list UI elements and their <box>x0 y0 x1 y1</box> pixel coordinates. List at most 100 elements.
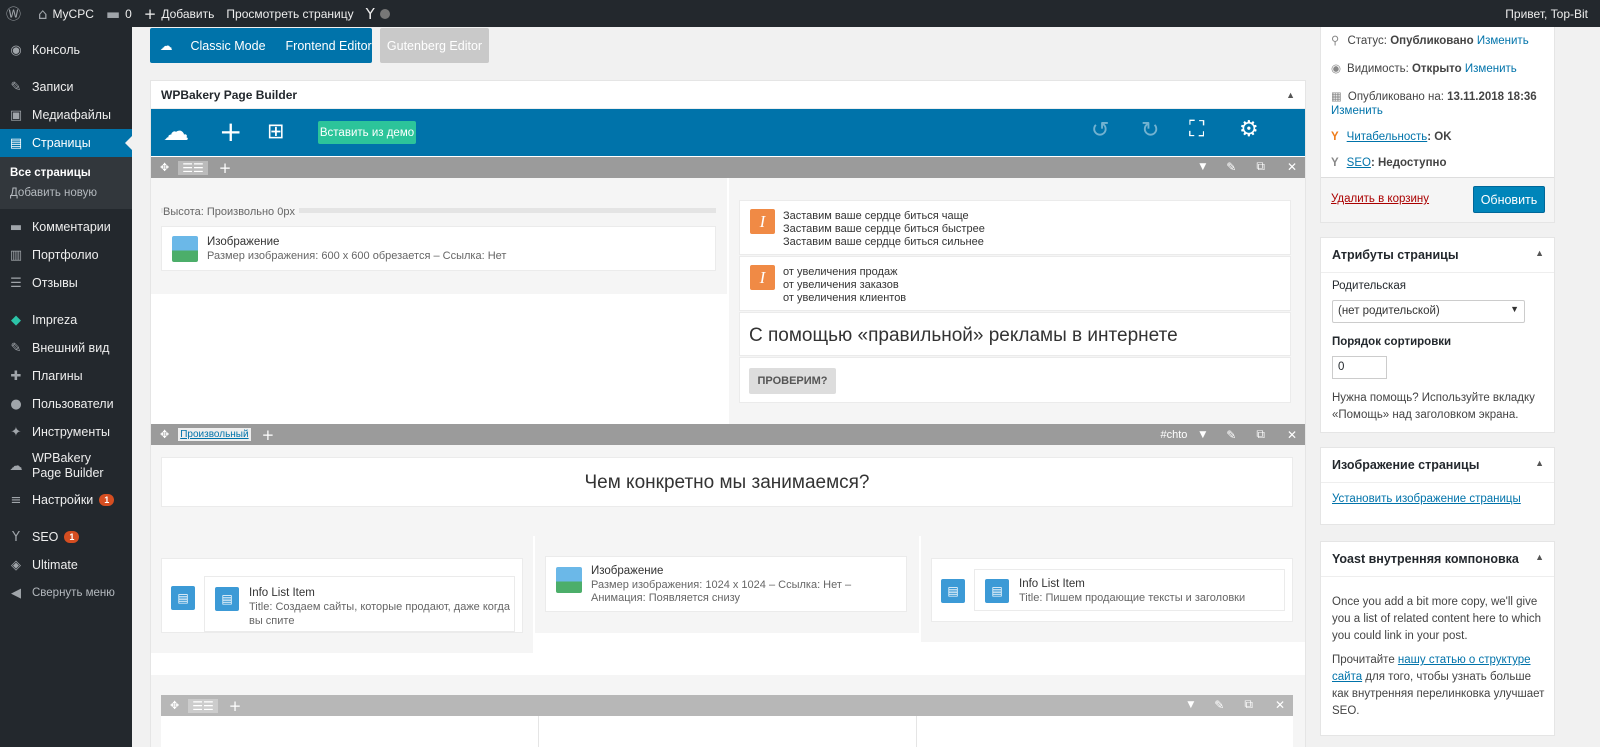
classic-mode-button[interactable]: ☁ Classic Mode Frontend Editor <box>150 28 372 63</box>
move-icon[interactable]: ✥ <box>160 428 169 441</box>
row-dropdown-icon[interactable]: ▼ <box>1199 162 1206 172</box>
row-1-right-column: I Заставим ваше сердце биться чаще Заста… <box>729 178 1305 424</box>
insert-demo-button[interactable]: Вставить из демо <box>318 121 416 144</box>
submenu-add-new[interactable]: Добавить новую <box>0 183 132 203</box>
menu-dashboard[interactable]: ◉ Консоль <box>0 36 132 64</box>
templates-icon[interactable]: ⊞ <box>267 119 285 143</box>
add-new-link[interactable]: + Добавить <box>138 0 221 27</box>
collapse-arrow-icon[interactable]: ▲ <box>1286 90 1295 100</box>
edit-pencil-icon[interactable]: ✎ <box>1226 160 1236 174</box>
admin-sidebar: ◉ Консоль ✎ Записи ▣ Медиафайлы ▤ Страницы В… <box>0 27 132 747</box>
parent-select[interactable]: (нет родительской) ▼ <box>1332 300 1525 323</box>
menu-tools[interactable]: ✦ Инструменты <box>0 418 132 446</box>
add-column-icon[interactable]: + <box>219 159 232 177</box>
collapse-arrow-icon[interactable]: ▲ <box>1535 458 1544 468</box>
delete-icon[interactable]: ✕ <box>1275 698 1285 712</box>
delete-icon[interactable]: ✕ <box>1287 428 1297 442</box>
row-3-col-2: Изображение Размер изображения: 1024 x 1… <box>535 536 919 633</box>
yoast-menu[interactable]: Y <box>360 0 396 27</box>
clone-icon[interactable]: ⧉ <box>1256 427 1265 442</box>
image-element-2[interactable]: Изображение Размер изображения: 1024 x 1… <box>545 556 907 612</box>
wpbakery-logo-icon[interactable]: ☁ <box>163 117 189 147</box>
home-icon: ⌂ <box>38 4 48 23</box>
view-page-link[interactable]: Просмотреть страницу <box>220 0 359 27</box>
collapse-arrow-icon[interactable]: ▲ <box>1535 248 1544 258</box>
info-list-item-1[interactable]: ▤ Info List Item Title: Создаем сайты, к… <box>204 576 515 632</box>
attributes-header[interactable]: Атрибуты страницы ▲ <box>1321 238 1554 273</box>
icon-list-1[interactable]: I Заставим ваше сердце биться чаще Заста… <box>739 200 1291 255</box>
change-status-link[interactable]: Изменить <box>1477 35 1529 47</box>
menu-pages[interactable]: ▤ Страницы <box>0 129 132 157</box>
add-column-icon[interactable]: + <box>229 697 242 715</box>
panel-header[interactable]: WPBakery Page Builder ▲ <box>151 81 1305 109</box>
image-element-1[interactable]: Изображение Размер изображения: 600 x 60… <box>161 226 716 271</box>
heading-element-2[interactable]: Чем конкретно мы занимаемся? <box>161 457 1293 507</box>
row-dropdown-icon[interactable]: ▼ <box>1187 700 1194 710</box>
main-content: ☁ Classic Mode Frontend Editor Gutenberg… <box>132 27 1312 747</box>
move-icon[interactable]: ✥ <box>160 161 169 174</box>
update-button[interactable]: Обновить <box>1473 186 1545 213</box>
menu-settings[interactable]: ≡ Настройки 1 <box>0 486 132 514</box>
frontend-editor-button[interactable]: Frontend Editor <box>286 39 372 53</box>
edit-pencil-icon[interactable]: ✎ <box>1214 698 1224 712</box>
menu-posts[interactable]: ✎ Записи <box>0 73 132 101</box>
change-date-link[interactable]: Изменить <box>1331 105 1383 117</box>
menu-portfolio[interactable]: ▥ Портфолио <box>0 241 132 269</box>
heading-element-1[interactable]: С помощью «правильной» рекламы в интерне… <box>739 312 1291 356</box>
gutenberg-editor-button[interactable]: Gutenberg Editor <box>380 28 489 63</box>
info-list-1[interactable]: ▤ ▤ Info List Item Title: Создаем сайты,… <box>161 558 523 633</box>
row-layout-label[interactable]: Произвольный <box>178 428 251 441</box>
info-italic-icon: I <box>750 209 775 234</box>
readability-link[interactable]: Читабельность <box>1347 131 1428 143</box>
menu-ultimate[interactable]: ◈ Ultimate <box>0 551 132 579</box>
delete-icon[interactable]: ✕ <box>1287 160 1297 174</box>
icon-list-2[interactable]: I от увеличения продаж от увеличения зак… <box>739 256 1291 311</box>
button-element[interactable]: ПРОВЕРИМ? <box>739 357 1291 403</box>
menu-wpbakery[interactable]: ☁ WPBakery Page Builder <box>0 446 132 486</box>
undo-icon[interactable]: ↺ <box>1091 118 1109 143</box>
portfolio-icon: ▥ <box>9 247 23 263</box>
menu-media[interactable]: ▣ Медиафайлы <box>0 101 132 129</box>
set-featured-image-link[interactable]: Установить изображение страницы <box>1332 493 1521 505</box>
info-list-item-2[interactable]: ▤ Info List Item Title: Пишем продающие … <box>974 569 1285 611</box>
menu-plugins[interactable]: ✚ Плагины <box>0 362 132 390</box>
menu-users[interactable]: ● Пользователи <box>0 390 132 418</box>
submenu-all-pages[interactable]: Все страницы <box>0 163 132 183</box>
menu-seo[interactable]: Y SEO 1 <box>0 523 132 551</box>
page-attributes-box: Атрибуты страницы ▲ Родительская (нет род… <box>1320 237 1555 433</box>
seo-link[interactable]: SEO <box>1347 157 1371 169</box>
featured-image-header[interactable]: Изображение страницы ▲ <box>1321 448 1554 483</box>
collapse-arrow-icon[interactable]: ▲ <box>1535 552 1544 562</box>
publish-box: ⚲ Статус: Опубликовано Изменить ◉ Видимост… <box>1320 27 1555 223</box>
brush-icon: ✎ <box>10 340 22 356</box>
menu-impreza[interactable]: ◆ Impreza <box>0 306 132 334</box>
list-icon: ▤ <box>941 579 965 603</box>
readability-line: Y Читабельность: OK <box>1331 131 1452 143</box>
layout-icon[interactable]: ☰☰ <box>188 698 218 713</box>
layout-icon[interactable]: ☰☰ <box>178 160 208 175</box>
clone-icon[interactable]: ⧉ <box>1244 697 1253 712</box>
check-button[interactable]: ПРОВЕРИМ? <box>749 368 836 394</box>
clone-icon[interactable]: ⧉ <box>1256 159 1265 174</box>
user-greeting[interactable]: Привет, Top-Bit <box>1499 0 1600 27</box>
site-name-link[interactable]: ⌂ MyCPC <box>32 0 100 27</box>
order-input[interactable]: 0 <box>1332 356 1387 379</box>
yoast-header[interactable]: Yoast внутренняя компоновка ▲ <box>1321 542 1554 577</box>
row-dropdown-icon[interactable]: ▼ <box>1199 430 1206 440</box>
change-visibility-link[interactable]: Изменить <box>1465 63 1517 75</box>
add-element-icon[interactable]: + <box>219 115 242 148</box>
move-icon[interactable]: ✥ <box>170 699 179 712</box>
add-column-icon[interactable]: + <box>262 426 275 444</box>
menu-collapse[interactable]: ◀ Свернуть меню <box>0 579 132 607</box>
wordpress-logo[interactable]: Ⓦ <box>0 0 32 27</box>
redo-icon[interactable]: ↻ <box>1141 118 1159 143</box>
settings-gear-icon[interactable]: ⚙ <box>1239 117 1259 142</box>
trash-link[interactable]: Удалить в корзину <box>1331 193 1429 205</box>
info-list-2[interactable]: ▤ ▤ Info List Item Title: Пишем продающи… <box>931 558 1293 622</box>
edit-pencil-icon[interactable]: ✎ <box>1226 428 1236 442</box>
fullscreen-icon[interactable]: ⛶ <box>1189 117 1204 142</box>
menu-testimonials[interactable]: ☰ Отзывы <box>0 269 132 297</box>
menu-comments[interactable]: ▬ Комментарии <box>0 213 132 241</box>
comments-link[interactable]: ▬ 0 <box>100 0 138 27</box>
menu-appearance[interactable]: ✎ Внешний вид <box>0 334 132 362</box>
